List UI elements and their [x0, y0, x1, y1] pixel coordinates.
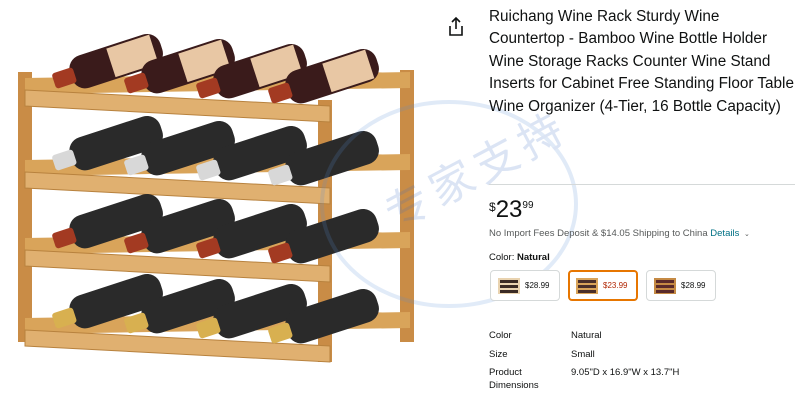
swatch-option-3[interactable]: $28.99 — [646, 270, 716, 301]
product-specs: Color Natural Size Small Product Dimensi… — [489, 330, 791, 398]
shipping-info: No Import Fees Deposit & $14.05 Shipping… — [489, 228, 750, 239]
swatch-thumb — [654, 277, 676, 294]
product-image[interactable] — [0, 0, 440, 404]
price-symbol: $ — [489, 200, 496, 214]
spec-key: Color — [489, 330, 512, 341]
shipping-text: No Import Fees Deposit & $14.05 Shipping… — [489, 228, 708, 239]
swatch-thumb — [498, 277, 520, 294]
swatch-price: $28.99 — [525, 281, 550, 290]
color-swatches: $28.99 $23.99 $28.99 — [490, 270, 716, 301]
shipping-details-link[interactable]: Details — [710, 228, 739, 239]
swatch-price: $28.99 — [681, 281, 706, 290]
spec-key: Product Dimensions — [489, 367, 539, 391]
product-title: Ruichang Wine Rack Sturdy Wine Counterto… — [489, 8, 794, 115]
price-whole: 23 — [495, 196, 523, 223]
color-label-text: Color: — [489, 252, 515, 263]
price: $ 23 99 — [489, 197, 534, 223]
spec-value: Natural — [571, 330, 602, 341]
spec-row: Product Dimensions 9.05"D x 16.9"W x 13.… — [489, 367, 791, 392]
swatch-option-1[interactable]: $28.99 — [490, 270, 560, 301]
spec-value: Small — [571, 348, 595, 360]
price-fraction: 99 — [522, 200, 534, 211]
spec-key: Size — [489, 348, 508, 360]
spec-row: Size Small — [489, 349, 791, 362]
divider — [489, 184, 795, 185]
color-selected-value: Natural — [516, 252, 550, 263]
spec-value: 9.05"D x 16.9"W x 13.7"H — [571, 367, 680, 378]
wine-rack-image — [18, 33, 414, 363]
spec-row: Color Natural — [489, 330, 791, 343]
swatch-thumb — [576, 277, 598, 294]
color-label: Color: Natural — [489, 252, 550, 263]
share-icon — [449, 16, 463, 36]
share-button[interactable] — [446, 16, 466, 38]
chevron-down-icon[interactable]: ⌄ — [744, 231, 750, 238]
swatch-price: $23.99 — [603, 281, 628, 290]
swatch-option-2[interactable]: $23.99 — [568, 270, 638, 301]
